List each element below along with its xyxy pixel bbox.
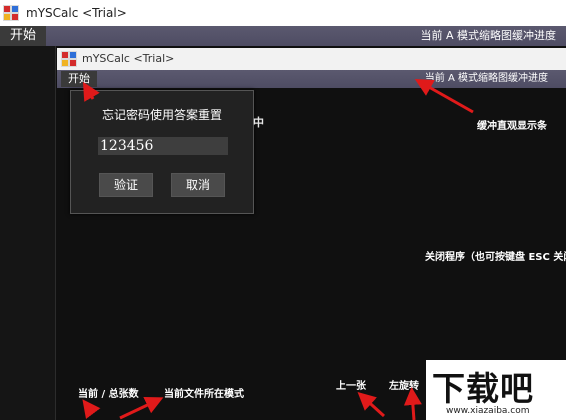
annotation-buffer-bar: 缓冲直观显示条 xyxy=(477,121,547,132)
arrow-rotate-left xyxy=(403,387,422,420)
arrow-current-mode xyxy=(119,397,164,420)
verify-button[interactable]: 验证 xyxy=(99,173,153,197)
annotation-rotate-left: 左旋转 xyxy=(389,381,419,392)
inner-buffer-status-text: 当前 A 模式缩略图缓冲进度 xyxy=(424,73,548,84)
title-bar: mYSCalc <Trial> xyxy=(0,0,566,26)
password-reset-dialog: 忘记密码使用答案重置 验证 取消 xyxy=(70,90,254,214)
buffer-status-text: 当前 A 模式缩略图缓冲进度 xyxy=(420,29,556,42)
annotation-current-total: 当前 / 总张数 xyxy=(78,389,139,400)
window-title: mYSCalc <Trial> xyxy=(26,6,127,20)
sidebar-panel xyxy=(0,46,56,420)
annotation-previous: 上一张 xyxy=(336,381,366,392)
start-menu-button[interactable]: 开始 xyxy=(0,26,46,46)
password-input[interactable] xyxy=(98,137,228,155)
inner-app-icon xyxy=(61,51,77,67)
app-icon xyxy=(3,5,19,21)
dialog-message: 忘记密码使用答案重置 xyxy=(101,108,222,122)
inner-menu-bar: 开始 当前 A 模式缩略图缓冲进度 xyxy=(57,70,566,88)
annotation-current-mode: 当前文件所在模式 xyxy=(164,389,244,400)
arrow-current-total xyxy=(82,399,101,419)
inner-start-menu-button[interactable]: 开始 xyxy=(61,71,97,87)
cancel-button[interactable]: 取消 xyxy=(171,173,225,197)
inner-window-title: mYSCalc <Trial> xyxy=(82,52,175,65)
watermark-logo: 下载吧 www.xiazaiba.com xyxy=(426,360,566,420)
annotation-close-program: 关闭程序（也可按键盘 ESC 关闭 xyxy=(425,252,566,263)
inner-title-bar: mYSCalc <Trial> xyxy=(57,48,566,70)
watermark-text: 下载吧 xyxy=(432,369,534,408)
background-partial-label: 中 xyxy=(253,116,264,129)
arrow-previous xyxy=(357,391,386,418)
menu-bar: 开始 当前 A 模式缩略图缓冲进度 xyxy=(0,26,566,46)
watermark-url: www.xiazaiba.com xyxy=(446,406,530,416)
